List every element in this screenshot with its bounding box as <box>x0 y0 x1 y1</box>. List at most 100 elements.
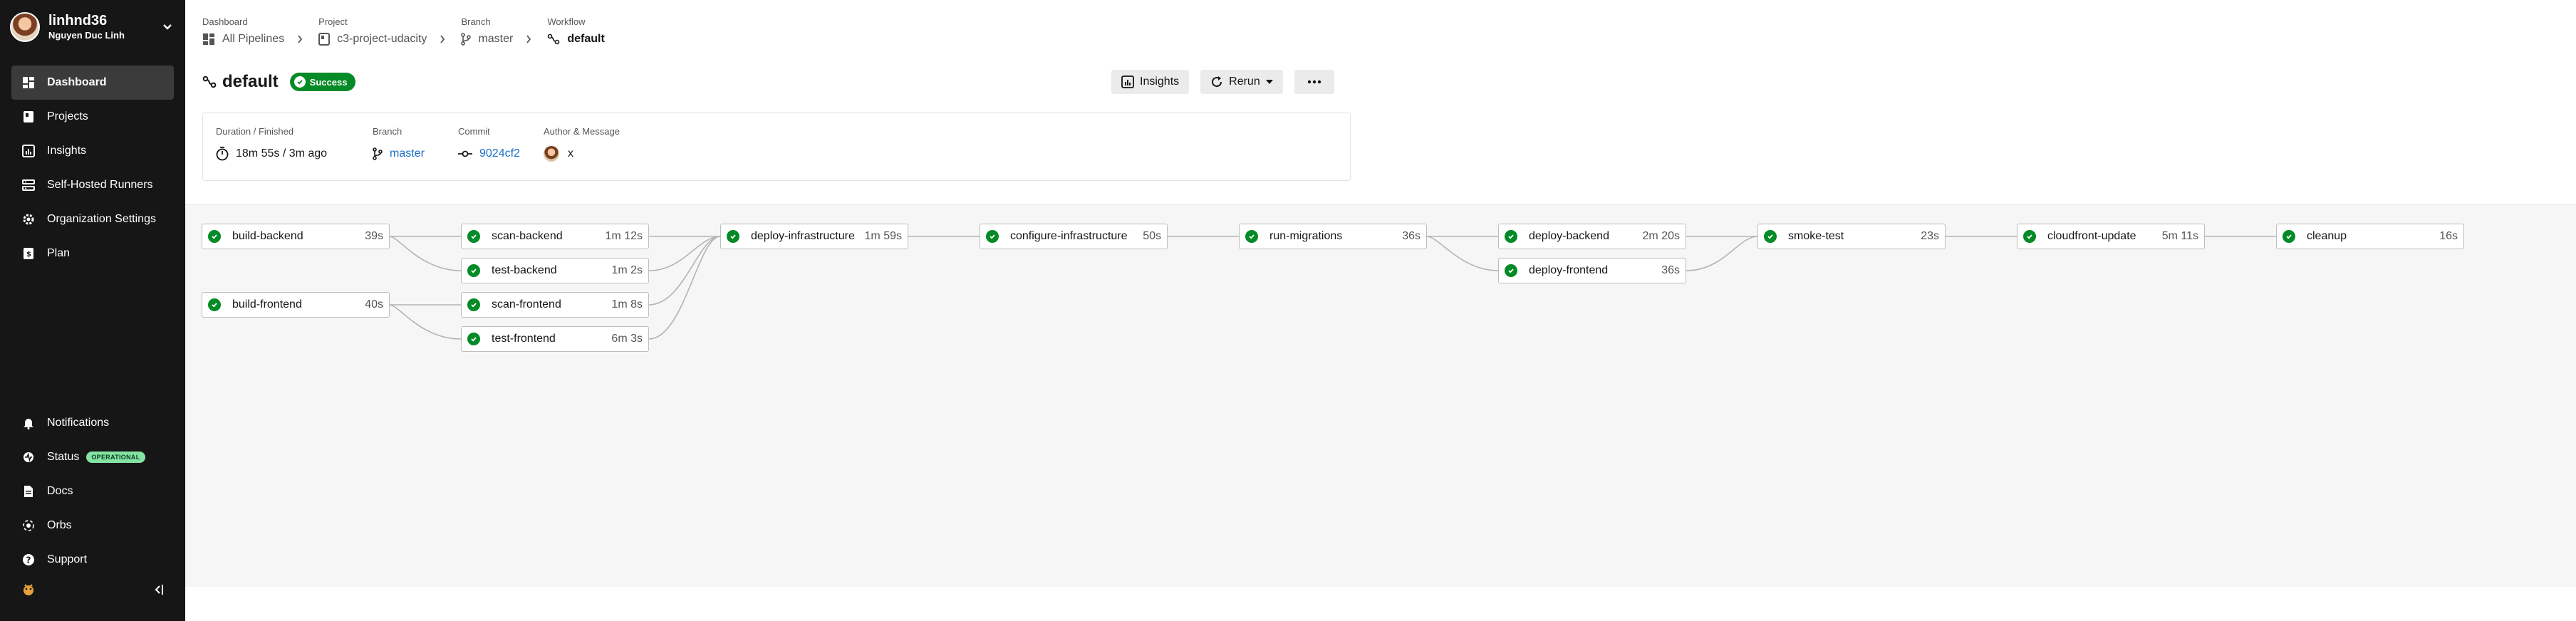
job-name: deploy-frontend <box>1529 264 1609 276</box>
author-avatar <box>544 146 559 162</box>
status-icon <box>21 450 36 464</box>
sidebar-item-orbs[interactable]: Orbs <box>11 508 174 543</box>
chevron-down-icon[interactable] <box>160 19 175 35</box>
job-duration: 40s <box>365 298 383 310</box>
job-deploy-frontend[interactable]: deploy-frontend 36s <box>1498 258 1686 283</box>
status-badge: OPERATIONAL <box>86 452 145 463</box>
sidebar-item-self-hosted-runners[interactable]: Self-Hosted Runners <box>11 168 174 202</box>
breadcrumb-title: Branch <box>461 16 491 27</box>
breadcrumb-project[interactable]: Project c3-project-udacity <box>318 14 445 48</box>
job-test-backend[interactable]: test-backend 1m 2s <box>461 258 649 283</box>
job-duration: 2m 20s <box>1642 230 1680 242</box>
success-check-icon <box>208 298 221 311</box>
job-name: cleanup <box>2307 230 2347 242</box>
sidebar-item-label: Support <box>47 553 88 565</box>
job-run-migrations[interactable]: run-migrations 36s <box>1239 224 1427 249</box>
sidebar: linhnd36 Nguyen Duc Linh Dashboard Proje… <box>0 0 185 621</box>
sidebar-item-label: Projects <box>47 110 88 122</box>
rerun-button[interactable]: Rerun <box>1200 70 1283 94</box>
commit-link[interactable]: 9024cf2 <box>479 147 520 160</box>
breadcrumb-link[interactable]: All Pipelines <box>222 33 284 46</box>
plan-icon: $ <box>21 246 36 261</box>
sidebar-item-projects[interactable]: Projects <box>11 100 174 134</box>
sidebar-item-support[interactable]: ? Support <box>11 543 174 577</box>
success-check-icon <box>727 230 739 243</box>
breadcrumb-link[interactable]: c3-project-udacity <box>337 33 427 46</box>
branch-link[interactable]: master <box>390 147 425 160</box>
branch-icon <box>373 147 383 160</box>
job-name: test-backend <box>492 264 557 276</box>
main-content: Dashboard All Pipelines Project c3-proje… <box>185 0 2576 621</box>
status-label: Success <box>309 76 348 88</box>
detail-label: Author & Message <box>544 126 620 137</box>
job-name: build-backend <box>232 230 303 242</box>
status-badge: Success <box>289 73 356 91</box>
job-deploy-backend[interactable]: deploy-backend 2m 20s <box>1498 224 1686 249</box>
sidebar-item-label: Organization Settings <box>47 213 156 225</box>
header-actions: Insights Rerun <box>1111 70 1346 94</box>
insights-button[interactable]: Insights <box>1111 70 1190 94</box>
avatar <box>10 12 40 42</box>
sidebar-item-notifications[interactable]: Notifications <box>11 406 174 440</box>
job-duration: 1m 59s <box>864 230 902 242</box>
project-icon <box>318 33 331 46</box>
job-duration: 39s <box>365 230 383 242</box>
job-name: test-frontend <box>492 333 556 345</box>
job-name: deploy-infrastructure <box>751 230 855 242</box>
job-cloudfront-update[interactable]: cloudfront-update 5m 11s <box>2017 224 2205 249</box>
branch-icon <box>461 33 472 46</box>
caret-down-icon <box>1265 80 1273 84</box>
job-smoke-test[interactable]: smoke-test 23s <box>1757 224 1946 249</box>
sidebar-item-status[interactable]: Status OPERATIONAL <box>11 440 174 474</box>
job-deploy-infrastructure[interactable]: deploy-infrastructure 1m 59s <box>720 224 908 249</box>
sidebar-item-label: Status <box>47 451 80 463</box>
job-build-backend[interactable]: build-backend 39s <box>202 224 390 249</box>
page-title: default <box>222 72 279 91</box>
bell-icon <box>21 416 36 430</box>
sidebar-item-dashboard[interactable]: Dashboard <box>11 66 174 100</box>
job-name: cloudfront-update <box>2047 230 2136 242</box>
gear-icon <box>21 212 36 226</box>
job-name: scan-frontend <box>492 298 561 310</box>
job-scan-backend[interactable]: scan-backend 1m 12s <box>461 224 649 249</box>
breadcrumb-dashboard[interactable]: Dashboard All Pipelines <box>202 14 303 48</box>
job-test-frontend[interactable]: test-frontend 6m 3s <box>461 326 649 352</box>
more-actions-button[interactable] <box>1294 70 1334 94</box>
user-full-name: Nguyen Duc Linh <box>48 30 125 41</box>
button-label: Rerun <box>1229 75 1260 88</box>
breadcrumb-link[interactable]: master <box>478 33 513 46</box>
job-name: run-migrations <box>1269 230 1343 242</box>
breadcrumb-branch[interactable]: Branch master <box>461 14 531 48</box>
user-menu[interactable]: linhnd36 Nguyen Duc Linh <box>10 10 175 44</box>
success-check-icon <box>467 333 480 345</box>
job-duration: 5m 11s <box>2161 230 2198 242</box>
success-check-icon <box>467 230 480 243</box>
success-check-icon <box>1505 264 1517 277</box>
detail-author: Author & Message x <box>544 126 620 180</box>
button-label: Insights <box>1140 75 1180 88</box>
sidebar-item-insights[interactable]: Insights <box>11 134 174 168</box>
chevron-right-icon <box>297 35 303 43</box>
detail-duration: Duration / Finished 18m 55s / 3m ago <box>216 126 355 180</box>
job-configure-infrastructure[interactable]: configure-infrastructure 50s <box>980 224 1168 249</box>
sidebar-item-plan[interactable]: $ Plan <box>11 236 174 271</box>
collapse-sidebar-icon[interactable] <box>152 583 164 600</box>
job-name: deploy-backend <box>1529 230 1609 242</box>
sidebar-item-label: Orbs <box>47 519 72 531</box>
breadcrumb-title: Project <box>318 16 348 27</box>
success-check-icon <box>467 264 480 277</box>
sidebar-nav: Dashboard Projects Insights Self-Hosted … <box>11 66 174 271</box>
sidebar-item-docs[interactable]: Docs <box>11 474 174 508</box>
job-build-frontend[interactable]: build-frontend 40s <box>202 292 390 318</box>
job-scan-frontend[interactable]: scan-frontend 1m 8s <box>461 292 649 318</box>
detail-label: Commit <box>458 126 490 137</box>
success-check-icon <box>208 230 221 243</box>
job-cleanup[interactable]: cleanup 16s <box>2276 224 2464 249</box>
projects-icon <box>21 110 36 124</box>
detail-label: Duration / Finished <box>216 126 294 137</box>
duration-value: 18m 55s / 3m ago <box>236 147 328 160</box>
svg-text:$: $ <box>26 251 31 259</box>
sidebar-item-label: Notifications <box>47 417 110 429</box>
sidebar-item-organization-settings[interactable]: Organization Settings <box>11 202 174 236</box>
sidebar-item-label: Insights <box>47 145 87 157</box>
